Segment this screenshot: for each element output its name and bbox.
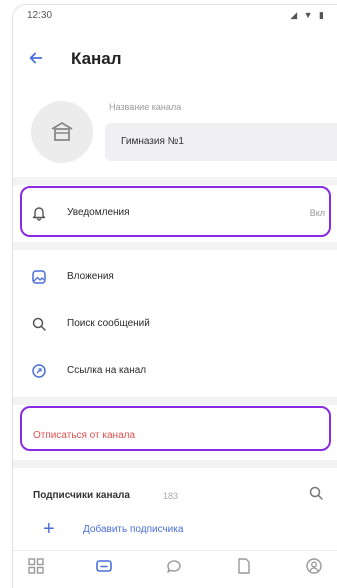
channel-name-field[interactable]: Гимназия №1 [105,123,337,161]
section-divider [13,242,337,250]
tab-profile-icon[interactable] [305,557,327,579]
channel-avatar[interactable] [31,101,93,163]
bottom-tab-bar [13,550,337,588]
header: Канал [13,45,337,75]
section-divider [13,460,337,468]
gallery-icon [31,269,47,285]
subscribers-count: 183 [163,491,179,501]
add-subscriber-label: Добавить подписчика [83,524,184,535]
status-time: 12:30 [27,10,53,21]
tab-files-icon[interactable] [235,557,257,579]
magnifier-icon [31,316,47,332]
bell-icon [31,205,47,221]
attachments-row[interactable]: Вложения [13,262,337,292]
search-messages-label: Поиск сообщений [67,318,150,329]
tab-chats-icon[interactable] [165,557,187,579]
leave-channel-button[interactable]: Отписаться от канала [33,430,135,441]
channel-link-row[interactable]: Ссылка на канал [13,356,337,386]
tab-channels-icon[interactable] [95,557,117,579]
status-icons: ◢ ▼ ▮ [290,10,326,20]
section-divider [13,397,337,405]
link-icon [31,363,47,379]
phone-screen: 12:30 ◢ ▼ ▮ Канал Название канала Гимназ… [12,4,337,588]
channel-name-value: Гимназия №1 [121,136,184,147]
status-bar: 12:30 ◢ ▼ ▮ [13,5,337,27]
section-divider [13,177,337,185]
subscribers-title: Подписчики канала [33,490,130,501]
notifications-value: Вкл [309,208,325,218]
tab-apps-icon[interactable] [27,557,49,579]
school-building-icon [51,122,73,141]
search-messages-row[interactable]: Поиск сообщений [13,309,337,339]
channel-link-label: Ссылка на канал [67,365,147,376]
add-subscriber-button[interactable]: + Добавить подписчика [13,517,337,543]
page-title: Канал [71,49,122,68]
subscribers-search-icon[interactable] [308,485,324,501]
notifications-label: Уведомления [67,207,130,218]
channel-name-label: Название канала [109,102,182,112]
plus-icon: + [43,518,55,540]
notifications-row[interactable]: Уведомления Вкл [13,198,337,228]
attachments-label: Вложения [67,271,114,282]
back-arrow-icon[interactable] [27,49,47,69]
